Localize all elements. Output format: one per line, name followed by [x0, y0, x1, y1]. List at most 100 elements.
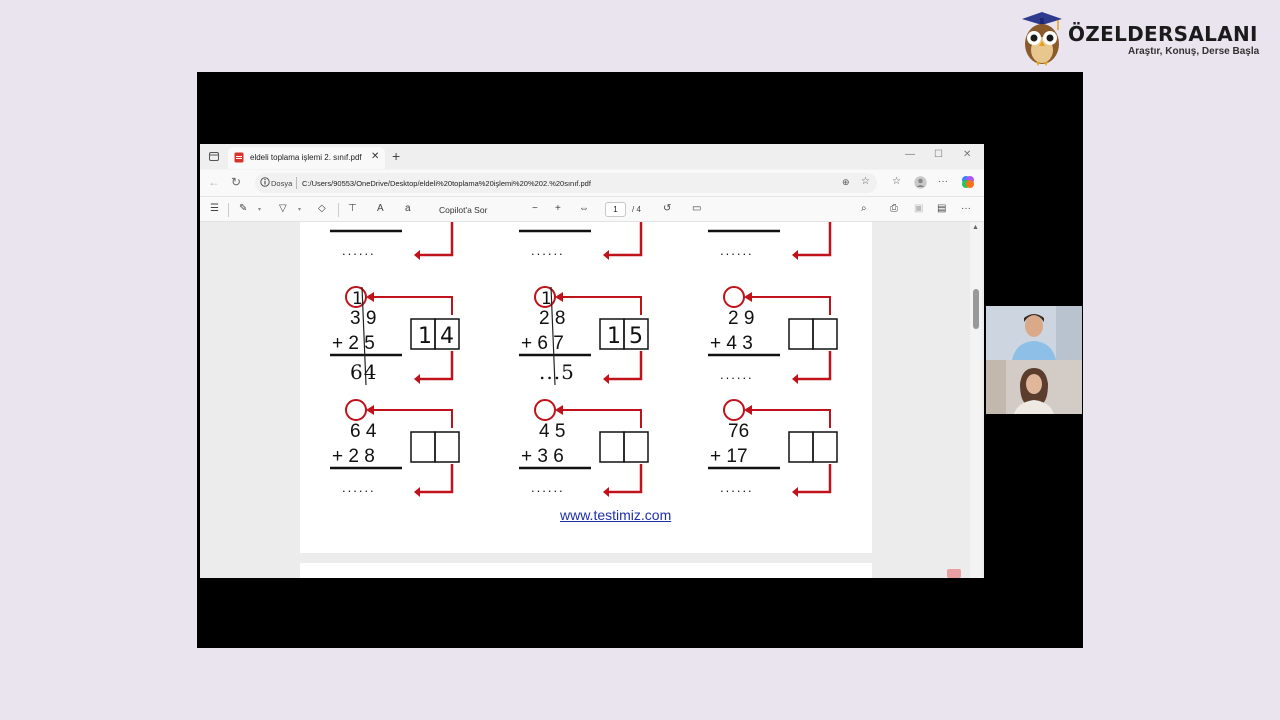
arrow-head [555, 405, 563, 415]
rotate-icon[interactable]: ↺ [663, 203, 671, 214]
page-view-icon[interactable]: ▭ [692, 203, 701, 214]
tab-close-icon[interactable]: ✕ [371, 151, 379, 162]
answer-dots: ...... [720, 243, 754, 258]
ones-digit: 5 [629, 324, 643, 349]
return-arrow [609, 351, 643, 381]
tab-title: eldeli toplama işlemi 2. sınıf.pdf [250, 153, 362, 162]
more-icon[interactable]: ··· [938, 176, 948, 187]
addend-bottom: + 2 5 [332, 333, 375, 354]
ones-digit: 4 [440, 324, 454, 349]
return-arrow [420, 464, 454, 494]
copilot-icon[interactable] [961, 175, 975, 189]
zoom-in-icon[interactable]: + [555, 203, 561, 214]
addend-top: 76 [728, 421, 749, 442]
highlight-dropdown-icon[interactable]: ▾ [258, 206, 261, 213]
translate-icon[interactable]: a [405, 203, 411, 214]
ones-box [812, 318, 838, 350]
copilot-ask-button[interactable]: Copilot'a Sor [439, 205, 487, 215]
address-bar: ← ↻ Dosya C:/Users/90553/OneDrive/Deskto… [200, 170, 984, 196]
return-arrow [798, 222, 832, 257]
carry-circle [723, 399, 745, 421]
carry-arrow [746, 296, 831, 315]
page-number-input[interactable]: 1 [605, 202, 626, 217]
ones-box [623, 431, 649, 463]
answer-result: ...5 [539, 360, 575, 384]
draw-icon[interactable]: ▽ [279, 203, 287, 214]
tens-digit: 1 [607, 324, 621, 349]
print-icon[interactable]: ⎙ [890, 203, 898, 214]
arrow-head [744, 405, 752, 415]
screen-share-stage: eldeli toplama işlemi 2. sınıf.pdf ✕ + —… [197, 72, 1083, 648]
brand-name: ÖZELDERSALANI [1068, 22, 1258, 46]
save-icon[interactable]: ▣ [914, 203, 923, 214]
tens-box [410, 431, 436, 463]
tab-actions-icon[interactable] [209, 152, 219, 161]
favorites-icon[interactable]: ☆ [892, 176, 901, 187]
search-icon[interactable]: ⌕ [861, 203, 867, 214]
more-options-icon[interactable]: ··· [961, 203, 971, 214]
new-tab-icon[interactable]: + [392, 148, 400, 164]
scrollbar[interactable]: ▲ [970, 222, 982, 578]
answer-result: ...... [720, 367, 754, 382]
tens-box [788, 431, 814, 463]
save-as-icon[interactable]: ▤ [937, 203, 946, 214]
eraser-icon[interactable]: ◇ [318, 203, 326, 214]
page-total: / 4 [632, 205, 641, 214]
return-arrow [798, 351, 832, 381]
pdf-page: .................. 1 3 9 + 2 5 1 4 64 1 2 8 + 6 7… [300, 222, 872, 553]
tab-pdf[interactable]: eldeli toplama işlemi 2. sınıf.pdf ✕ [228, 147, 385, 169]
refresh-icon[interactable]: ↻ [231, 175, 241, 189]
pdf-viewer: .................. 1 3 9 + 2 5 1 4 64 1 2 8 + 6 7… [200, 222, 984, 578]
profile-avatar-icon[interactable] [914, 176, 927, 189]
info-icon[interactable] [260, 177, 270, 187]
scroll-up-icon[interactable]: ▲ [972, 224, 979, 231]
pdf-page-next [300, 563, 872, 578]
addend-bottom: + 3 6 [521, 446, 564, 467]
annotation-marker [947, 569, 961, 578]
scrollbar-thumb[interactable] [973, 289, 979, 329]
zoom-icon[interactable]: ⊕ [842, 177, 850, 188]
read-aloud-icon[interactable]: A [377, 203, 384, 214]
tab-bar: eldeli toplama işlemi 2. sınıf.pdf ✕ + —… [200, 144, 984, 169]
tens-box [599, 431, 625, 463]
carry-arrow [368, 296, 453, 315]
maximize-icon[interactable]: ☐ [934, 149, 943, 160]
url-field[interactable]: Dosya C:/Users/90553/OneDrive/Desktop/el… [255, 173, 877, 193]
arrow-head [366, 405, 374, 415]
return-arrow [420, 351, 454, 381]
addend-bottom: + 6 7 [521, 333, 564, 354]
highlight-icon[interactable]: ✎ [239, 203, 247, 214]
fit-page-icon[interactable]: ⇔ [579, 203, 589, 214]
window-close-icon[interactable]: ✕ [963, 149, 971, 160]
arrow-head [414, 250, 420, 260]
answer-dots: ...... [342, 243, 376, 258]
tens-box [788, 318, 814, 350]
ones-box [434, 431, 460, 463]
zoom-out-icon[interactable]: − [532, 203, 538, 214]
favorite-star-icon[interactable]: ☆ [861, 176, 870, 187]
minimize-icon[interactable]: — [905, 149, 915, 160]
addend-top: 6 4 [350, 421, 377, 442]
url-path[interactable]: C:/Users/90553/OneDrive/Desktop/eldeli%2… [302, 179, 591, 188]
carry-arrow [557, 296, 642, 315]
participant-video [986, 360, 1082, 414]
carry-circle [345, 399, 367, 421]
pdf-file-icon [234, 152, 244, 163]
draw-dropdown-icon[interactable]: ▾ [298, 206, 301, 213]
carry-digit: 1 [352, 289, 363, 309]
return-arrow [609, 222, 643, 257]
webcam-tile-teacher [986, 306, 1082, 360]
arrow-head [792, 374, 798, 384]
answer-result: ...... [720, 480, 754, 495]
answer-result: ...... [531, 480, 565, 495]
pdf-toolbar: ☰ ✎ ▾ ▽ ▾ ◇ ⊤ A a Copilot'a Sor − + ⇔ 1 … [200, 196, 984, 222]
contents-icon[interactable]: ☰ [210, 203, 219, 214]
arrow-head [603, 374, 609, 384]
text-icon[interactable]: ⊤ [348, 203, 357, 214]
back-icon[interactable]: ← [208, 175, 220, 189]
answer-result: 64 [350, 360, 377, 384]
arrow-head [366, 292, 374, 302]
participant-video [986, 306, 1082, 360]
website-link[interactable]: www.testimiz.com [560, 507, 671, 523]
ones-box [812, 431, 838, 463]
